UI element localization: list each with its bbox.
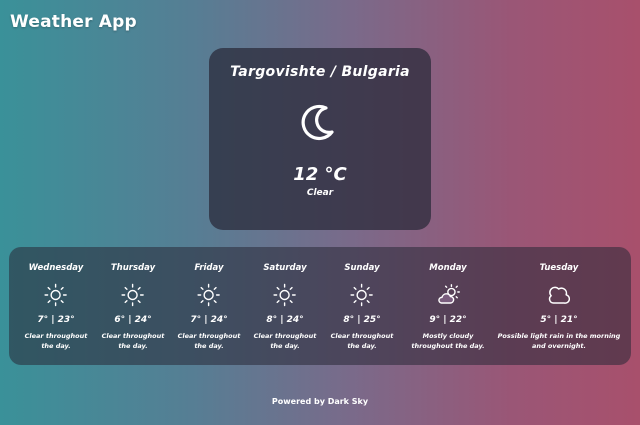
day-summary-line: and overnight. bbox=[532, 342, 586, 350]
current-temperature: 12 °C bbox=[293, 164, 347, 185]
day-name: Wednesday bbox=[28, 263, 84, 273]
day-temperature: 8° | 25° bbox=[343, 315, 381, 325]
sun-icon bbox=[121, 283, 145, 307]
day-name: Saturday bbox=[263, 263, 307, 273]
location-label: Targovishte / Bulgaria bbox=[230, 64, 410, 80]
day-summary-line: the day. bbox=[41, 342, 71, 350]
day-summary-line: Clear throughout bbox=[177, 332, 241, 340]
day-summary-line: Clear throughout bbox=[330, 332, 394, 340]
cloud-icon bbox=[547, 283, 571, 307]
day-summary: Clear throughout the day. bbox=[178, 331, 241, 351]
day-summary-line: Clear throughout bbox=[101, 332, 165, 340]
day-summary-line: the day. bbox=[270, 342, 300, 350]
forecast-day: Tuesday 5° | 21° Possible light rain in … bbox=[498, 263, 621, 351]
day-summary: Clear throughout the day. bbox=[102, 331, 165, 351]
day-summary: Clear throughout the day. bbox=[254, 331, 317, 351]
day-name: Monday bbox=[429, 263, 467, 273]
day-temperature: 7° | 23° bbox=[37, 315, 75, 325]
day-summary: Mostly cloudy throughout the day. bbox=[411, 331, 484, 351]
forecast-day: Wednesday 7° | 23° Clear throughout the … bbox=[25, 263, 88, 351]
moon-icon bbox=[300, 102, 340, 146]
current-weather-card: Targovishte / Bulgaria 12 °C Clear bbox=[209, 48, 431, 230]
day-temperature: 7° | 24° bbox=[190, 315, 228, 325]
sun-icon bbox=[350, 283, 374, 307]
day-summary-line: Possible light rain in the morning bbox=[497, 332, 621, 340]
day-name: Sunday bbox=[344, 263, 380, 273]
partly-cloudy-icon bbox=[436, 283, 460, 307]
day-temperature: 9° | 22° bbox=[429, 315, 467, 325]
day-temperature: 5° | 21° bbox=[540, 315, 578, 325]
forecast-day: Monday 9° | 22° Mostly cloudy throughout… bbox=[411, 263, 484, 351]
day-temperature: 8° | 24° bbox=[266, 315, 304, 325]
app-title: Weather App bbox=[10, 12, 137, 32]
day-summary-line: Clear throughout bbox=[24, 332, 88, 340]
day-name: Thursday bbox=[110, 263, 156, 273]
forecast-day: Friday 7° | 24° Clear throughout the day… bbox=[178, 263, 241, 351]
forecast-day: Thursday 6° | 24° Clear throughout the d… bbox=[102, 263, 165, 351]
powered-by-label: Powered by Dark Sky bbox=[271, 397, 369, 406]
day-summary: Clear throughout the day. bbox=[25, 331, 88, 351]
day-summary: Clear throughout the day. bbox=[331, 331, 394, 351]
forecast-day: Sunday 8° | 25° Clear throughout the day… bbox=[331, 263, 394, 351]
current-summary: Clear bbox=[306, 188, 334, 198]
day-summary-line: the day. bbox=[194, 342, 224, 350]
day-summary-line: Clear throughout bbox=[253, 332, 317, 340]
sun-icon bbox=[273, 283, 297, 307]
day-name: Friday bbox=[194, 263, 224, 273]
day-name: Tuesday bbox=[539, 263, 579, 273]
day-summary-line: the day. bbox=[347, 342, 377, 350]
day-summary-line: throughout the day. bbox=[411, 342, 485, 350]
sun-icon bbox=[197, 283, 221, 307]
forecast-panel: Wednesday 7° | 23° Clear throughout the … bbox=[9, 247, 631, 365]
day-temperature: 6° | 24° bbox=[114, 315, 152, 325]
day-summary-line: Mostly cloudy bbox=[422, 332, 474, 340]
day-summary: Possible light rain in the morning and o… bbox=[498, 331, 621, 351]
sun-icon bbox=[44, 283, 68, 307]
forecast-day: Saturday 8° | 24° Clear throughout the d… bbox=[254, 263, 317, 351]
day-summary-line: the day. bbox=[118, 342, 148, 350]
